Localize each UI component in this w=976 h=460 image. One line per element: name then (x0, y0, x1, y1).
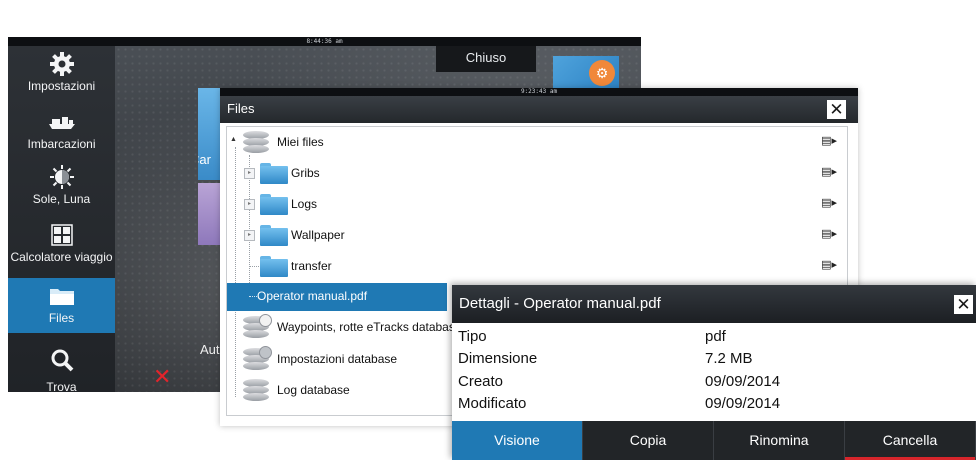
row-menu-icon[interactable]: ▤▸ (821, 165, 837, 178)
search-icon (8, 348, 115, 372)
tree-item-label: Logs (291, 197, 318, 211)
app-tile-icon: ⚙ (589, 60, 615, 86)
files-clock: 9:23:43 am (220, 88, 858, 96)
folder-icon (8, 284, 115, 308)
tree-row-wallpaper[interactable]: ▸ Wallpaper ▤▸ (227, 220, 847, 251)
details-title: Dettagli - Operator manual.pdf (459, 295, 661, 312)
device-clock: 8:44:36 am (8, 37, 641, 46)
delete-button[interactable]: Cancella (845, 421, 976, 460)
property-row-modified: Modificato 09/09/2014 (458, 395, 976, 417)
sidebar-item-impostazioni[interactable]: Impostazioni (8, 46, 115, 101)
database-icon (243, 131, 269, 153)
tree-row-operator-manual[interactable]: Operator manual.pdf (227, 283, 447, 311)
rename-button[interactable]: Rinomina (714, 421, 845, 460)
tree-row-logs[interactable]: ▸ Logs ▤▸ (227, 189, 847, 220)
tree-connector (249, 266, 259, 267)
expand-icon[interactable]: ▸ (244, 199, 255, 210)
folder-icon (260, 163, 288, 184)
view-button[interactable]: Visione (452, 421, 583, 460)
property-row-created: Creato 09/09/2014 (458, 373, 976, 395)
tree-item-label: Log database (277, 383, 350, 397)
property-key: Modificato (458, 395, 527, 412)
tree-item-label: Miei files (277, 135, 324, 149)
row-menu-icon[interactable]: ▤▸ (821, 134, 837, 147)
property-key: Dimensione (458, 350, 538, 367)
tree-item-label: Gribs (291, 166, 320, 180)
database-settings-icon (243, 346, 272, 370)
chart-app-label: Car (198, 152, 211, 167)
expand-arrow-icon[interactable]: ▲ (230, 136, 237, 143)
home-sidebar: Impostazioni Imbarcazioni Sole, Luna Cal… (8, 46, 115, 392)
tree-row-gribs[interactable]: ▸ Gribs ▤▸ (227, 158, 847, 189)
gear-icon (8, 52, 115, 76)
sidebar-item-calcolatore-viaggio[interactable]: Calcolatore viaggio (8, 217, 115, 272)
tree-item-label: transfer (291, 259, 332, 273)
sidebar-item-label: Sole, Luna (32, 192, 91, 206)
sidebar-item-label: Calcolatore viaggio (10, 250, 113, 264)
database-icon (243, 314, 272, 338)
details-header: Dettagli - Operator manual.pdf ✕ (452, 285, 976, 323)
sidebar-item-imbarcazioni[interactable]: Imbarcazioni (8, 104, 115, 159)
details-dialog: Dettagli - Operator manual.pdf ✕ Tipo pd… (452, 285, 976, 460)
tree-item-label: Operator manual.pdf (257, 289, 368, 303)
close-x-icon[interactable]: ✕ (153, 364, 171, 390)
close-icon[interactable]: ✕ (827, 100, 846, 119)
tree-item-label: Wallpaper (291, 228, 345, 242)
row-menu-icon[interactable]: ▤▸ (821, 227, 837, 240)
sidebar-item-trova[interactable]: Trova (8, 342, 115, 392)
row-menu-icon[interactable]: ▤▸ (821, 258, 837, 271)
property-row-size: Dimensione 7.2 MB (458, 350, 976, 372)
folder-icon (260, 256, 288, 277)
tree-connector (249, 296, 257, 297)
sidebar-item-label: Files (48, 311, 75, 325)
sidebar-item-label: Trova (46, 380, 77, 392)
action-bar: Visione Copia Rinomina Cancella (452, 421, 976, 460)
sidebar-item-label: Impostazioni (27, 79, 96, 93)
expand-icon[interactable]: ▸ (244, 230, 255, 241)
property-value: pdf (705, 328, 726, 345)
calculator-icon (8, 223, 115, 247)
property-key: Tipo (458, 328, 487, 345)
sun-moon-icon (8, 165, 115, 189)
vessels-icon (8, 110, 115, 134)
row-menu-icon[interactable]: ▤▸ (821, 196, 837, 209)
database-icon (243, 379, 269, 401)
tree-row-transfer[interactable]: transfer ▤▸ (227, 251, 847, 282)
property-row-type: Tipo pdf (458, 328, 976, 350)
tree-item-label: Waypoints, rotte eTracks database (277, 320, 462, 334)
close-icon[interactable]: ✕ (954, 295, 973, 314)
tree-item-label: Impostazioni database (277, 352, 398, 366)
folder-icon (260, 225, 288, 246)
autopilot-label: Aut (200, 342, 220, 357)
tree-row-miei-files[interactable]: ▲ Miei files ▤▸ (227, 127, 847, 158)
property-value: 09/09/2014 (705, 395, 781, 412)
copy-button[interactable]: Copia (583, 421, 714, 460)
property-value: 09/09/2014 (705, 373, 781, 390)
property-key: Creato (458, 373, 504, 390)
folder-icon (260, 194, 288, 215)
sidebar-item-sole-luna[interactable]: Sole, Luna (8, 159, 115, 214)
chiuso-button[interactable]: Chiuso (436, 46, 536, 72)
sidebar-item-files[interactable]: Files (8, 278, 115, 333)
expand-icon[interactable]: ▸ (244, 168, 255, 179)
files-header: Files ✕ (220, 96, 858, 123)
files-title: Files (227, 101, 255, 116)
sidebar-item-label: Imbarcazioni (27, 137, 96, 151)
property-value: 7.2 MB (705, 350, 753, 367)
